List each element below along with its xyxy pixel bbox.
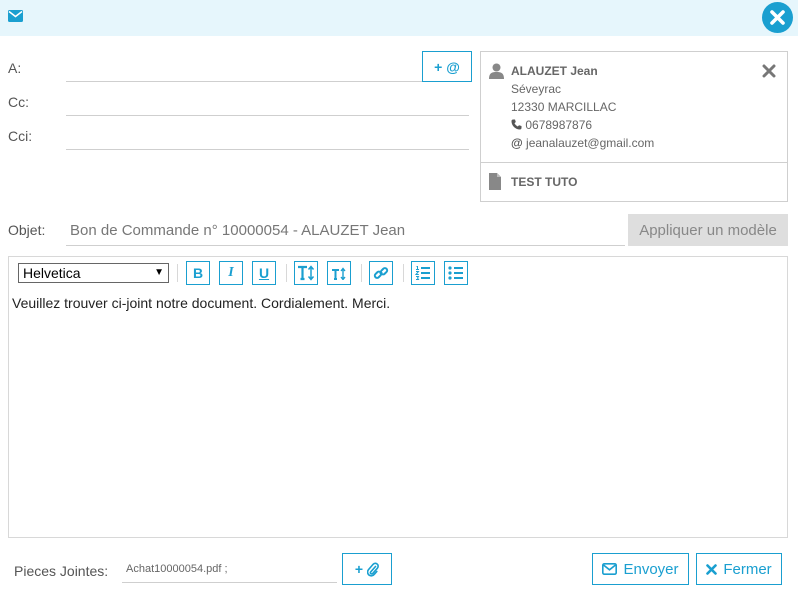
to-field[interactable] [66, 56, 422, 82]
contact-email: jeanalauzet@gmail.com [526, 136, 655, 150]
bcc-field[interactable] [66, 124, 469, 150]
text-height-small-icon [332, 267, 346, 280]
bold-icon: B [192, 265, 204, 281]
close-icon [762, 64, 776, 78]
toolbar-divider [177, 264, 178, 282]
close-dialog-button[interactable] [762, 2, 793, 33]
font-size-up-button[interactable] [294, 261, 318, 285]
attached-document-name[interactable]: TEST TUTO [511, 175, 577, 189]
ordered-list-icon [415, 266, 430, 280]
subject-label: Objet: [8, 222, 46, 238]
cc-field[interactable] [66, 90, 469, 116]
add-recipient-button[interactable]: + @ [422, 51, 472, 82]
apply-template-button[interactable]: Appliquer un modèle [628, 214, 788, 246]
add-attachment-button[interactable]: + [342, 553, 392, 585]
unordered-list-button[interactable] [444, 261, 468, 285]
close-icon [770, 10, 785, 25]
bcc-label: Cci: [8, 128, 33, 144]
bold-button[interactable]: B [186, 261, 210, 285]
toolbar-divider [361, 264, 362, 282]
link-button[interactable] [369, 261, 393, 285]
cc-label: Cc: [8, 94, 29, 110]
document-icon [489, 173, 501, 190]
subject-field[interactable] [66, 216, 625, 246]
message-editor[interactable]: Helvetica ▼ B I U Veuillez trouver ci-jo… [8, 256, 788, 538]
contact-email-row: @ jeanalauzet@gmail.com [511, 136, 654, 150]
text-height-icon [298, 265, 315, 281]
attachments-label: Pieces Jointes: [14, 563, 109, 579]
unordered-list-icon [448, 266, 463, 280]
phone-icon [511, 119, 522, 130]
contact-phone: 0678987876 [525, 118, 593, 132]
contact-address-line1: Séveyrac [511, 82, 562, 96]
attachments-field[interactable] [122, 556, 337, 583]
underline-button[interactable]: U [252, 261, 276, 285]
close-button[interactable]: Fermer [696, 553, 782, 585]
close-icon [706, 563, 718, 575]
paperclip-icon [367, 562, 380, 577]
caret-down-icon: ▼ [154, 267, 164, 278]
link-icon [373, 267, 389, 279]
italic-icon: I [228, 265, 234, 280]
italic-button[interactable]: I [219, 261, 243, 285]
envelope-outline-icon [602, 563, 618, 575]
contact-card: ALAUZET Jean Séveyrac 12330 MARCILLAC 06… [480, 51, 788, 202]
to-label: A: [8, 60, 22, 76]
envelope-icon [8, 10, 23, 22]
contact-divider [481, 162, 787, 163]
toolbar-divider [403, 264, 404, 282]
font-family-select[interactable]: Helvetica ▼ [18, 263, 169, 283]
close-label: Fermer [723, 560, 772, 578]
contact-address-line2: 12330 MARCILLAC [511, 100, 617, 114]
dialog-header [0, 0, 798, 36]
font-family-value: Helvetica [23, 265, 81, 281]
contact-name: ALAUZET Jean [511, 64, 598, 78]
remove-contact-button[interactable] [762, 64, 776, 83]
message-body[interactable]: Veuillez trouver ci-joint notre document… [12, 295, 390, 311]
send-button[interactable]: Envoyer [592, 553, 689, 585]
contact-phone-row: 0678987876 [511, 118, 592, 132]
add-attachment-label: + [354, 561, 364, 577]
send-label: Envoyer [623, 560, 679, 578]
font-size-down-button[interactable] [327, 261, 351, 285]
ordered-list-button[interactable] [411, 261, 435, 285]
underline-icon: U [258, 265, 270, 281]
at-icon: @ [511, 136, 523, 150]
add-recipient-label: + @ [434, 58, 460, 75]
toolbar-divider [286, 264, 287, 282]
user-icon [489, 63, 504, 79]
